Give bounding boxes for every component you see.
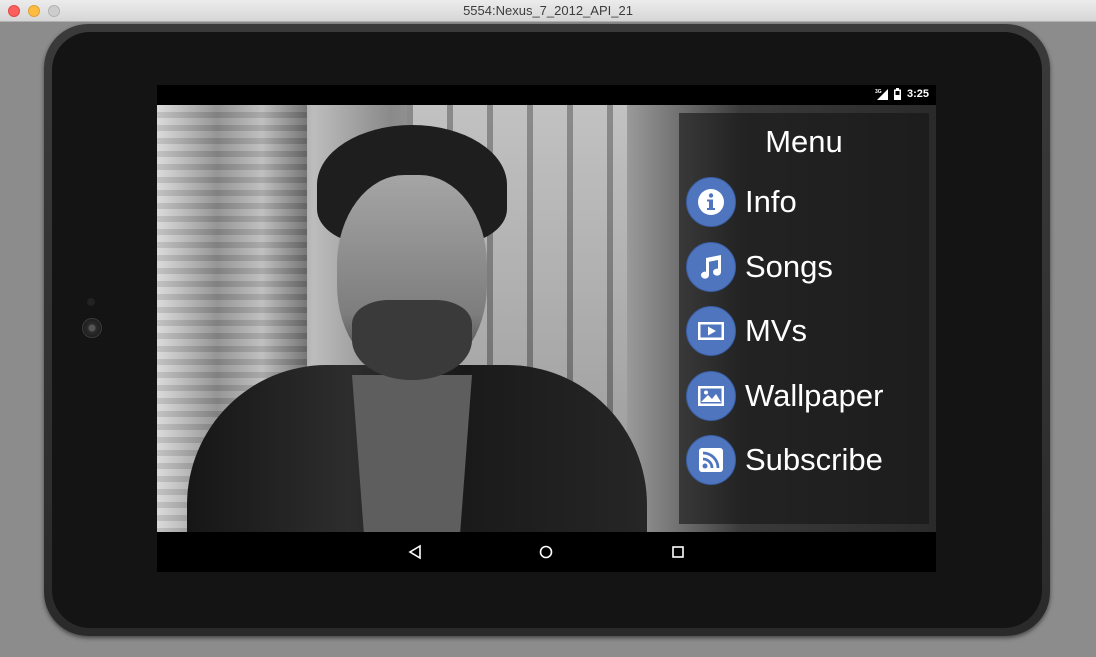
menu-panel: Menu Info Songs MVs Wallpaper Subscribe xyxy=(679,113,929,524)
menu-item-label: MVs xyxy=(745,313,807,349)
menu-item-info[interactable]: Info xyxy=(686,170,883,235)
light-sensor xyxy=(87,298,95,306)
music-note-icon xyxy=(686,241,736,292)
window-titlebar: 5554:Nexus_7_2012_API_21 xyxy=(0,0,1096,22)
menu-item-songs[interactable]: Songs xyxy=(686,235,883,300)
video-play-icon xyxy=(686,306,736,357)
signal-icon: 3G xyxy=(875,89,888,100)
menu-item-label: Subscribe xyxy=(745,442,883,478)
svg-text:3G: 3G xyxy=(875,89,882,95)
artist-beard xyxy=(352,300,472,380)
status-icons: 3G 3:25 xyxy=(875,88,929,100)
artist-shirt xyxy=(352,375,472,532)
artist-photo xyxy=(187,105,647,532)
app-content: Menu Info Songs MVs Wallpaper Subscribe xyxy=(157,105,936,532)
back-icon[interactable] xyxy=(406,542,426,562)
menu-item-wallpaper[interactable]: Wallpaper xyxy=(686,364,883,429)
rss-icon xyxy=(686,435,736,486)
recent-apps-icon[interactable] xyxy=(668,542,688,562)
window-title: 5554:Nexus_7_2012_API_21 xyxy=(463,3,633,18)
menu-list: Info Songs MVs Wallpaper Subscribe xyxy=(686,170,883,493)
status-bar: 3G 3:25 xyxy=(157,85,936,105)
menu-item-label: Info xyxy=(745,184,797,220)
menu-item-subscribe[interactable]: Subscribe xyxy=(686,428,883,493)
status-time: 3:25 xyxy=(906,88,929,100)
menu-item-label: Wallpaper xyxy=(745,377,884,413)
navigation-bar xyxy=(157,532,936,572)
menu-title: Menu xyxy=(765,124,843,159)
home-icon[interactable] xyxy=(536,542,556,562)
device-screen: 3G 3:25 Menu Info Songs MVs Wallpaper Su… xyxy=(157,85,936,572)
info-icon xyxy=(686,177,736,228)
menu-item-mvs[interactable]: MVs xyxy=(686,299,883,364)
battery-icon xyxy=(893,88,901,100)
front-camera xyxy=(82,318,102,338)
emulator-window: 5554:Nexus_7_2012_API_21 3G 3:25 Menu In… xyxy=(0,0,1096,657)
menu-item-label: Songs xyxy=(745,248,833,284)
image-icon xyxy=(686,370,736,421)
